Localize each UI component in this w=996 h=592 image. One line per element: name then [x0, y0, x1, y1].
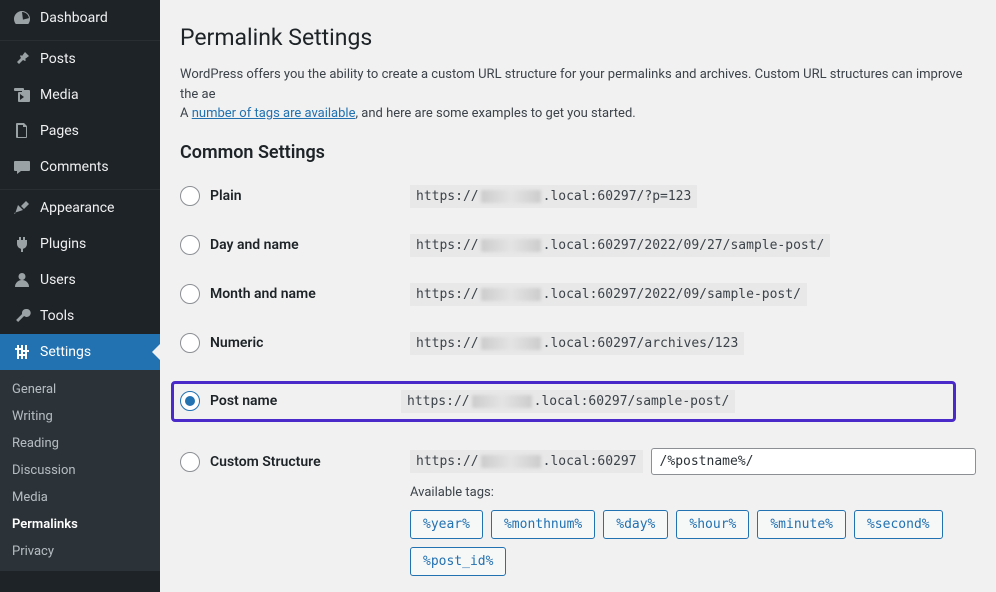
radio-custom[interactable]	[180, 452, 200, 472]
menu-label: Users	[40, 272, 76, 288]
menu-label: Posts	[40, 51, 76, 67]
example-postname: https:// .local:60297/sample-post/	[401, 390, 735, 413]
ex-post: .local:60297	[543, 454, 637, 469]
option-postname-row: Post name https:// .local:60297/sample-po…	[171, 381, 956, 422]
radio-postname-label[interactable]: Post name	[210, 393, 277, 409]
intro-text: WordPress offers you the ability to crea…	[180, 65, 976, 124]
ex-post: .local:60297/?p=123	[543, 189, 692, 204]
menu-media[interactable]: Media	[0, 77, 160, 113]
users-icon	[12, 270, 32, 290]
option-dayname-row: Day and name https:// .local:60297/2022/0…	[180, 234, 976, 257]
tools-icon	[12, 306, 32, 326]
media-icon	[12, 85, 32, 105]
submenu-writing[interactable]: Writing	[0, 403, 160, 430]
example-dayname: https:// .local:60297/2022/09/27/sample-p…	[410, 234, 830, 257]
radio-dayname[interactable]	[180, 235, 200, 255]
radio-custom-label[interactable]: Custom Structure	[210, 454, 321, 470]
menu-label: Settings	[40, 344, 91, 360]
radio-numeric[interactable]	[180, 333, 200, 353]
blurred-host	[481, 239, 541, 252]
menu-label: Appearance	[40, 200, 114, 216]
tag-minute[interactable]: %minute%	[757, 510, 846, 539]
appearance-icon	[12, 198, 32, 218]
submenu-privacy[interactable]: Privacy	[0, 538, 160, 565]
menu-settings[interactable]: Settings	[0, 334, 160, 370]
option-numeric-row: Numeric https:// .local:60297/archives/12…	[180, 332, 976, 355]
intro-pre: WordPress offers you the ability to crea…	[180, 67, 963, 102]
blurred-host	[481, 190, 541, 203]
menu-tools[interactable]: Tools	[0, 298, 160, 334]
menu-pages[interactable]: Pages	[0, 113, 160, 149]
radio-numeric-label[interactable]: Numeric	[210, 335, 263, 351]
menu-plugins[interactable]: Plugins	[0, 226, 160, 262]
menu-label: Pages	[40, 123, 79, 139]
example-plain: https:// .local:60297/?p=123	[410, 185, 697, 208]
submenu-reading[interactable]: Reading	[0, 430, 160, 457]
blurred-host	[472, 395, 532, 408]
menu-label: Plugins	[40, 236, 86, 252]
menu-comments[interactable]: Comments	[0, 149, 160, 185]
ex-post: .local:60297/archives/123	[543, 336, 739, 351]
tag-monthnum[interactable]: %monthnum%	[491, 510, 595, 539]
option-monthname-row: Month and name https:// .local:60297/2022…	[180, 283, 976, 306]
main-content: Permalink Settings WordPress offers you …	[160, 0, 996, 592]
comments-icon	[12, 157, 32, 177]
example-monthname: https:// .local:60297/2022/09/sample-post…	[410, 283, 807, 306]
pages-icon	[12, 121, 32, 141]
dashboard-icon	[12, 8, 32, 28]
intro-post: , and here are some examples to get you …	[355, 106, 635, 121]
ex-post: .local:60297/sample-post/	[534, 394, 730, 409]
example-custom-base: https:// .local:60297	[410, 450, 643, 473]
intro-linkpre: A	[180, 106, 192, 121]
tag-day[interactable]: %day%	[603, 510, 668, 539]
settings-submenu: General Writing Reading Discussion Media…	[0, 370, 160, 571]
tags-help-link[interactable]: number of tags are available	[192, 106, 356, 121]
radio-monthname[interactable]	[180, 284, 200, 304]
radio-dayname-label[interactable]: Day and name	[210, 237, 299, 253]
menu-label: Comments	[40, 159, 109, 175]
menu-appearance[interactable]: Appearance	[0, 190, 160, 226]
ex-pre: https://	[416, 336, 479, 351]
menu-posts[interactable]: Posts	[0, 41, 160, 77]
blurred-host	[481, 288, 541, 301]
blurred-host	[481, 337, 541, 350]
plugins-icon	[12, 234, 32, 254]
tag-second[interactable]: %second%	[854, 510, 943, 539]
submenu-permalinks[interactable]: Permalinks	[0, 511, 160, 538]
submenu-discussion[interactable]: Discussion	[0, 457, 160, 484]
page-title: Permalink Settings	[180, 24, 976, 51]
option-plain-row: Plain https:// .local:60297/?p=123	[180, 185, 976, 208]
menu-users[interactable]: Users	[0, 262, 160, 298]
radio-plain[interactable]	[180, 186, 200, 206]
submenu-general[interactable]: General	[0, 376, 160, 403]
ex-pre: https://	[416, 189, 479, 204]
submenu-media[interactable]: Media	[0, 484, 160, 511]
ex-pre: https://	[407, 394, 470, 409]
section-heading: Common Settings	[180, 142, 976, 163]
example-numeric: https:// .local:60297/archives/123	[410, 332, 744, 355]
radio-postname[interactable]	[180, 391, 200, 411]
pin-icon	[12, 49, 32, 69]
ex-post: .local:60297/2022/09/sample-post/	[543, 287, 801, 302]
tag-hour[interactable]: %hour%	[676, 510, 749, 539]
menu-label: Media	[40, 87, 79, 103]
settings-icon	[12, 342, 32, 362]
tag-year[interactable]: %year%	[410, 510, 483, 539]
menu-dashboard[interactable]: Dashboard	[0, 0, 160, 36]
available-tags: %year% %monthnum% %day% %hour% %minute% …	[410, 510, 976, 576]
ex-pre: https://	[416, 238, 479, 253]
ex-pre: https://	[416, 287, 479, 302]
radio-plain-label[interactable]: Plain	[210, 188, 242, 204]
option-custom-row: Custom Structure https:// .local:60297 Av…	[180, 448, 976, 576]
menu-label: Dashboard	[40, 10, 108, 26]
tag-post-id[interactable]: %post_id%	[410, 547, 506, 576]
ex-pre: https://	[416, 454, 479, 469]
available-tags-label: Available tags:	[410, 485, 976, 500]
radio-monthname-label[interactable]: Month and name	[210, 286, 316, 302]
custom-structure-input[interactable]	[651, 448, 976, 475]
menu-label: Tools	[40, 308, 74, 324]
ex-post: .local:60297/2022/09/27/sample-post/	[543, 238, 825, 253]
admin-sidebar: Dashboard Posts Media Pages Comments App…	[0, 0, 160, 592]
blurred-host	[481, 455, 541, 468]
